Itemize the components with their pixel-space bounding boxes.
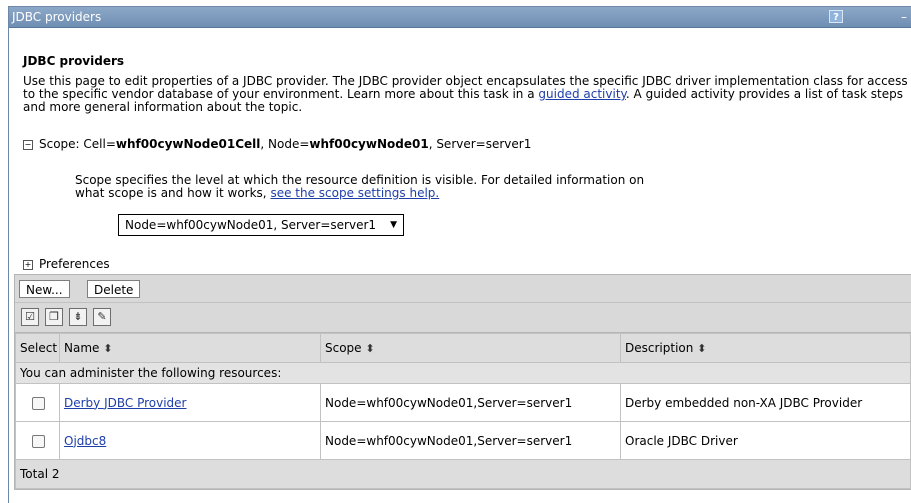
- scope-description-line2: what scope is and how it works, see the …: [75, 187, 644, 200]
- scope-select-value: Node=whf00cywNode01, Server=server1: [125, 218, 377, 232]
- table-header-row: Select Name ⬍ Scope ⬍ Description ⬍: [15, 333, 911, 363]
- derby-provider-link[interactable]: Derby JDBC Provider: [64, 396, 187, 410]
- table-tools-bar: ☑ ❐ ⇟ ✎: [15, 303, 911, 333]
- sort-icon[interactable]: ⬍: [697, 342, 706, 355]
- select-column-header: Select: [15, 333, 60, 363]
- ojdbc8-link[interactable]: Ojdbc8: [64, 434, 106, 448]
- description-column-header[interactable]: Description ⬍: [620, 333, 911, 363]
- delete-button[interactable]: Delete: [87, 280, 141, 298]
- scope-header-label: Scope: [325, 341, 362, 355]
- sort-icon[interactable]: ⬍: [103, 342, 112, 355]
- row-select-cell: [15, 421, 60, 460]
- row-description-cell: Oracle JDBC Driver: [620, 421, 911, 460]
- info-row: You can administer the following resourc…: [15, 362, 911, 384]
- deselect-all-icon[interactable]: ❐: [45, 308, 63, 326]
- jdbc-providers-window: JDBC providers ? – JDBC providers Use th…: [8, 6, 911, 503]
- scope-settings-help-link[interactable]: see the scope settings help.: [270, 186, 439, 200]
- preferences-section[interactable]: + Preferences: [23, 257, 110, 271]
- scope-collapse-icon[interactable]: −: [23, 140, 33, 150]
- providers-table: Select Name ⬍ Scope ⬍ Description ⬍ You …: [15, 333, 911, 489]
- row-scope-cell: Node=whf00cywNode01,Server=server1: [320, 421, 621, 460]
- new-button[interactable]: New...: [19, 280, 70, 298]
- sort-icon[interactable]: ⬍: [365, 342, 374, 355]
- total-row: Total 2: [15, 459, 911, 489]
- name-column-header[interactable]: Name ⬍: [59, 333, 321, 363]
- guided-activity-link[interactable]: guided activity: [538, 87, 626, 101]
- scope-column-header[interactable]: Scope ⬍: [320, 333, 621, 363]
- row-checkbox[interactable]: [32, 396, 45, 410]
- scope-select[interactable]: Node=whf00cywNode01, Server=server1 ▼: [118, 214, 404, 236]
- minimize-icon[interactable]: –: [901, 7, 911, 27]
- scope-node-label: , Node=: [260, 137, 310, 151]
- page-title: JDBC providers: [23, 54, 125, 68]
- description-header-label: Description: [625, 341, 694, 355]
- scope-description: Scope specifies the level at which the r…: [75, 174, 644, 200]
- help-icon[interactable]: ?: [829, 10, 843, 23]
- scope-node: whf00cywNode01: [309, 137, 429, 151]
- scope-summary: − Scope: Cell=whf00cywNode01Cell, Node=wh…: [23, 137, 531, 151]
- total-count: Total 2: [15, 459, 911, 489]
- scope-server: , Server=server1: [428, 137, 532, 151]
- scope-prefix: Scope: Cell=: [39, 137, 116, 151]
- row-select-cell: [15, 383, 60, 422]
- name-header-label: Name: [64, 341, 100, 355]
- button-bar: New... Delete: [15, 275, 911, 303]
- filter-preferences-icon[interactable]: ✎: [93, 308, 111, 326]
- table-row: Ojdbc8 Node=whf00cywNode01,Server=server…: [15, 421, 911, 460]
- table-row: Derby JDBC Provider Node=whf00cywNode01,…: [15, 383, 911, 422]
- preferences-label[interactable]: Preferences: [39, 257, 110, 271]
- row-name-cell: Derby JDBC Provider: [59, 383, 321, 422]
- chevron-down-icon: ▼: [390, 220, 397, 230]
- select-all-icon[interactable]: ☑: [21, 308, 39, 326]
- row-name-cell: Ojdbc8: [59, 421, 321, 460]
- row-description-cell: Derby embedded non-XA JDBC Provider: [620, 383, 911, 422]
- show-filter-icon[interactable]: ⇟: [69, 308, 87, 326]
- row-scope-cell: Node=whf00cywNode01,Server=server1: [320, 383, 621, 422]
- preferences-expand-icon[interactable]: +: [23, 260, 33, 270]
- providers-table-panel: New... Delete ☑ ❐ ⇟ ✎ Select Name ⬍ Scop…: [14, 274, 911, 490]
- window-titlebar: JDBC providers ? –: [9, 7, 911, 28]
- administer-resources-text: You can administer the following resourc…: [15, 362, 911, 384]
- intro-text: Use this page to edit properties of a JD…: [23, 75, 908, 114]
- row-checkbox[interactable]: [32, 434, 45, 448]
- scope-cell: whf00cywNode01Cell: [115, 137, 261, 151]
- scope-description-prefix: what scope is and how it works,: [75, 186, 271, 200]
- window-title: JDBC providers: [12, 10, 102, 24]
